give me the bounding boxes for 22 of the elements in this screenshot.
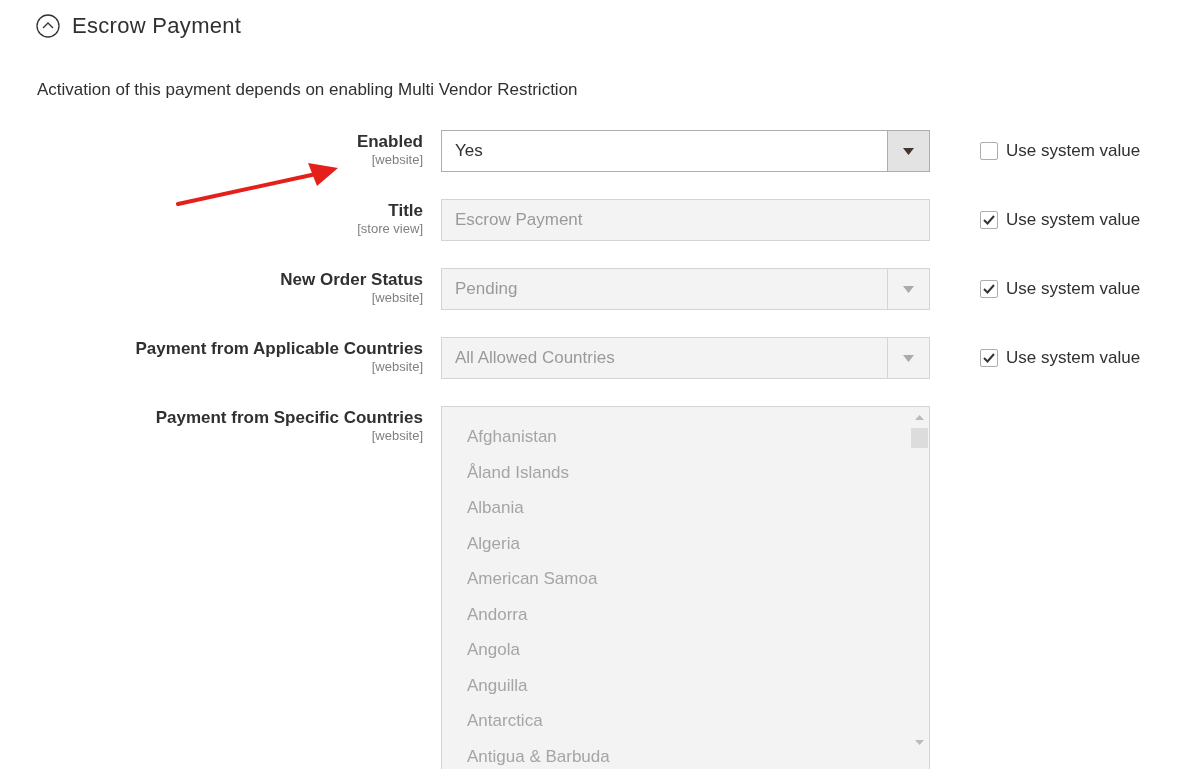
caret-icon: [903, 285, 914, 293]
caret-icon: [903, 147, 914, 155]
select-field[interactable]: Yes: [441, 130, 930, 172]
scope-label: [website]: [371, 359, 423, 374]
check-icon: [983, 284, 995, 294]
scope-label: [website]: [371, 290, 423, 305]
collapse-icon[interactable]: [36, 14, 60, 38]
field-label: Payment from Applicable Countries: [135, 339, 423, 359]
scope-label: [website]: [371, 152, 423, 167]
checkbox[interactable]: [980, 142, 998, 160]
field-label: Payment from Specific Countries: [155, 408, 423, 428]
field-label: Enabled: [356, 132, 423, 152]
caret-icon: [903, 354, 914, 362]
scope-label: [store view]: [357, 221, 423, 236]
section-note: Activation of this payment depends on enabling Multi Vendor Restriction: [37, 80, 579, 100]
field-label: Title: [388, 201, 423, 221]
field-label: New Order Status: [280, 270, 423, 290]
scope-label: [website]: [371, 428, 423, 443]
checkbox-label[interactable]: Use system value: [1006, 141, 1141, 161]
section-title[interactable]: Escrow Payment: [72, 13, 242, 39]
check-icon: [983, 215, 995, 225]
check-icon: [983, 353, 995, 363]
